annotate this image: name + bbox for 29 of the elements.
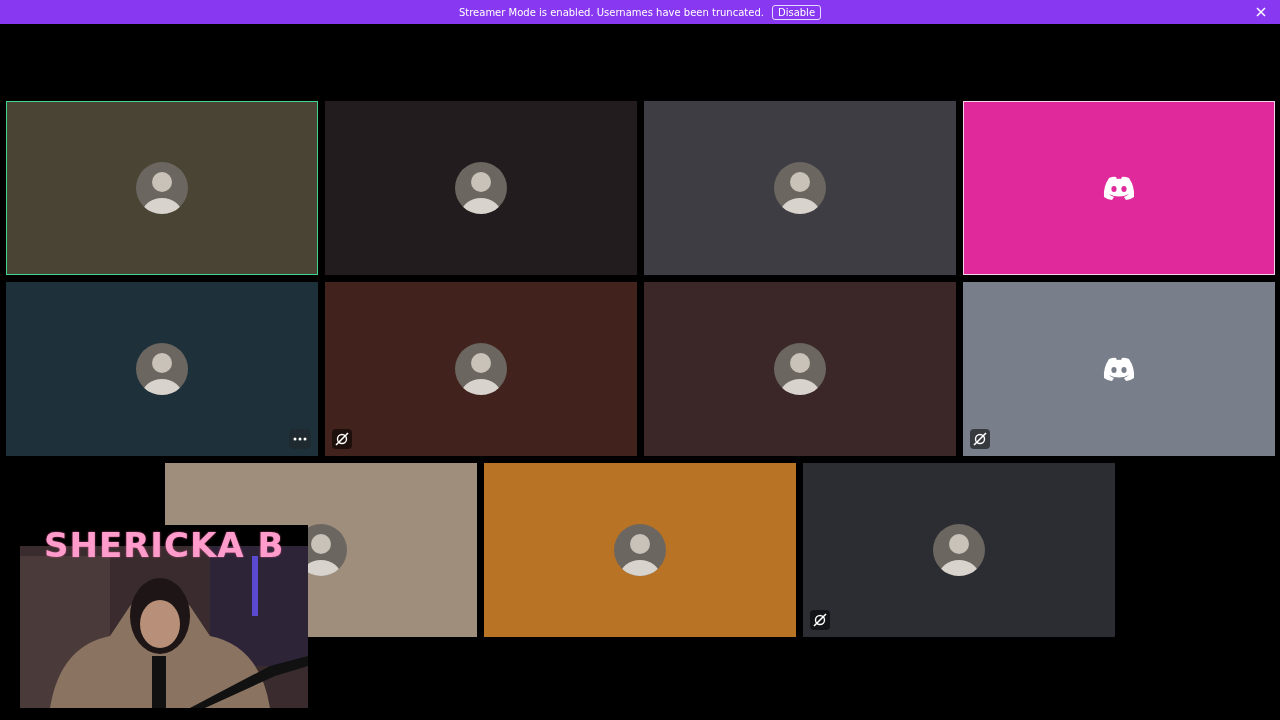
participant-tile[interactable]: [324, 282, 637, 456]
participant-tile[interactable]: [643, 101, 956, 275]
banner-message: Streamer Mode is enabled. Usernames have been truncated.: [458, 6, 764, 18]
participant-tile[interactable]: [962, 282, 1275, 456]
avatar: [773, 162, 826, 214]
more-icon: [292, 437, 307, 441]
logo-icon: [1101, 356, 1136, 382]
participant-tile[interactable]: [962, 101, 1275, 275]
video-hidden-icon[interactable]: [969, 429, 990, 449]
avatar: [454, 162, 507, 214]
participant-tile[interactable]: [5, 282, 318, 456]
participant-tile[interactable]: [643, 282, 956, 456]
avatar: [135, 162, 188, 214]
disable-button[interactable]: Disable: [771, 4, 822, 20]
close-icon[interactable]: [1256, 7, 1266, 17]
participant-tile[interactable]: [803, 463, 1115, 637]
avatar: [454, 343, 507, 395]
avatar: [773, 343, 826, 395]
logo-icon: [1101, 175, 1136, 201]
video-hidden-icon[interactable]: [810, 610, 830, 630]
streamer-name: SHERICKA B: [44, 525, 285, 565]
participant-tile[interactable]: [5, 101, 318, 275]
avatar: [933, 524, 985, 576]
participant-tile[interactable]: [484, 463, 796, 637]
video-hidden-icon[interactable]: [331, 429, 352, 449]
avatar: [614, 524, 666, 576]
avatar: [135, 343, 188, 395]
more-button[interactable]: [288, 429, 311, 449]
participant-tile[interactable]: [324, 101, 637, 275]
